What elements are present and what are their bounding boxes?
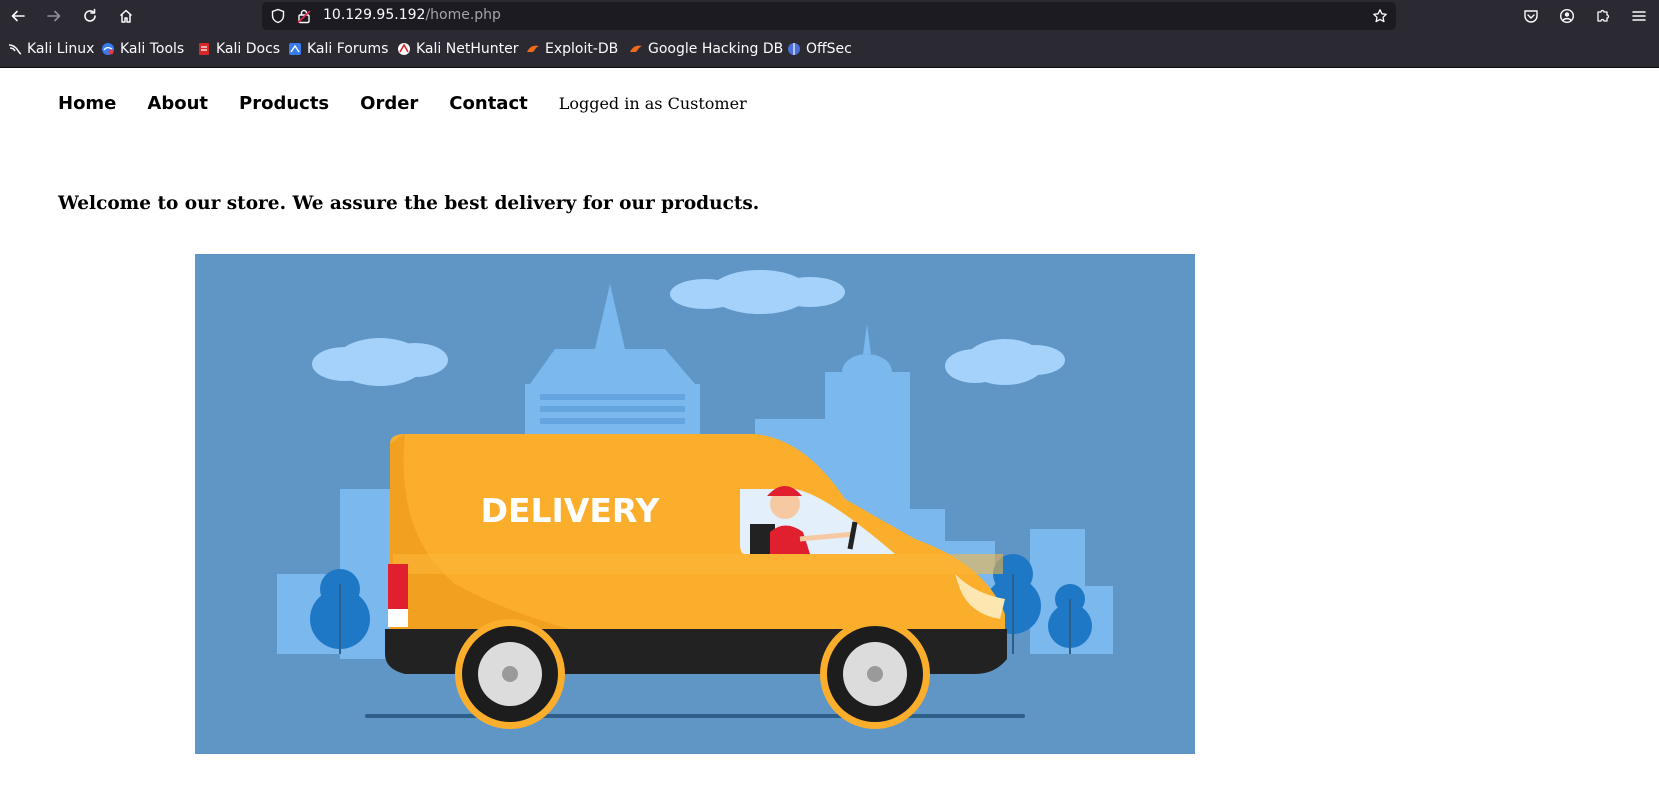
url-path: /home.php (425, 7, 501, 23)
account-icon (1559, 8, 1575, 24)
arrow-left-icon (11, 10, 25, 22)
home-button[interactable] (115, 5, 137, 27)
bookmarks-bar: Kali Linux Kali Tools Kali Docs Kali For… (0, 32, 1659, 68)
exploit-db-icon (527, 45, 539, 52)
welcome-heading: Welcome to our store. We assure the best… (58, 193, 760, 214)
kali-forums-icon (289, 43, 301, 55)
bookmark-exploit-db[interactable]: Exploit-DB (526, 41, 618, 57)
bookmark-label: OffSec (806, 41, 852, 57)
bookmark-kali-forums[interactable]: Kali Forums (288, 41, 388, 57)
url-bar[interactable]: 10.129.95.192/home.php (262, 2, 1396, 30)
site-nav: Home About Products Order Contact Logged… (58, 93, 747, 114)
bookmark-kali-linux[interactable]: Kali Linux (8, 41, 94, 57)
back-button[interactable] (7, 5, 29, 27)
extensions-button[interactable] (1592, 5, 1614, 27)
bookmark-label: Exploit-DB (545, 41, 619, 57)
bookmark-label: Kali Tools (120, 41, 185, 57)
bookmark-offsec[interactable]: OffSec (787, 41, 852, 57)
bookmark-google-hacking-db[interactable]: Google Hacking DB (629, 41, 783, 57)
puzzle-icon (1597, 9, 1610, 22)
forward-button[interactable] (43, 5, 65, 27)
bookmark-kali-nethunter[interactable]: Kali NetHunter (397, 41, 518, 57)
bookmark-kali-tools[interactable]: Kali Tools (101, 41, 184, 57)
account-button[interactable] (1556, 5, 1578, 27)
nav-order-link[interactable]: Order (360, 93, 418, 114)
bookmark-label: Kali Docs (216, 41, 281, 57)
kali-tools-icon (102, 43, 114, 55)
kali-dragon-icon (8, 44, 22, 55)
reload-button[interactable] (79, 5, 101, 27)
bookmark-kali-docs[interactable]: Kali Docs (197, 41, 280, 57)
url-text[interactable]: 10.129.95.192/home.php (323, 7, 501, 23)
nethunter-icon (398, 43, 410, 55)
nav-about-link[interactable]: About (147, 93, 208, 114)
url-host: 10.129.95.192 (323, 7, 426, 23)
arrow-right-icon (47, 10, 61, 22)
bookmark-label: Google Hacking DB (648, 41, 784, 57)
bookmark-label: Kali Linux (27, 41, 95, 57)
browser-toolbar: 10.129.95.192/home.php (0, 0, 1659, 32)
offsec-icon (788, 43, 800, 55)
pocket-icon (1524, 10, 1538, 23)
hamburger-icon (1632, 11, 1646, 21)
nav-home-link[interactable]: Home (58, 93, 116, 114)
pocket-button[interactable] (1520, 5, 1542, 27)
web-page: Home About Products Order Contact Logged… (0, 68, 1659, 804)
bookmark-label: Kali Forums (307, 41, 389, 57)
bookmark-label: Kali NetHunter (416, 41, 519, 57)
insecure-lock-icon[interactable] (296, 8, 312, 24)
reload-icon (84, 8, 96, 22)
login-status: Logged in as Customer (558, 94, 747, 113)
nav-contact-link[interactable]: Contact (449, 93, 527, 114)
bookmark-star-icon[interactable] (1372, 8, 1388, 24)
menu-button[interactable] (1628, 5, 1650, 27)
kali-docs-icon (199, 43, 209, 55)
nav-products-link[interactable]: Products (239, 93, 329, 114)
ghdb-icon (630, 45, 642, 52)
shield-icon[interactable] (270, 8, 286, 24)
van-delivery-label: DELIVERY (481, 491, 661, 530)
home-icon (119, 9, 133, 23)
delivery-van-illustration: DELIVERY (195, 254, 1195, 754)
